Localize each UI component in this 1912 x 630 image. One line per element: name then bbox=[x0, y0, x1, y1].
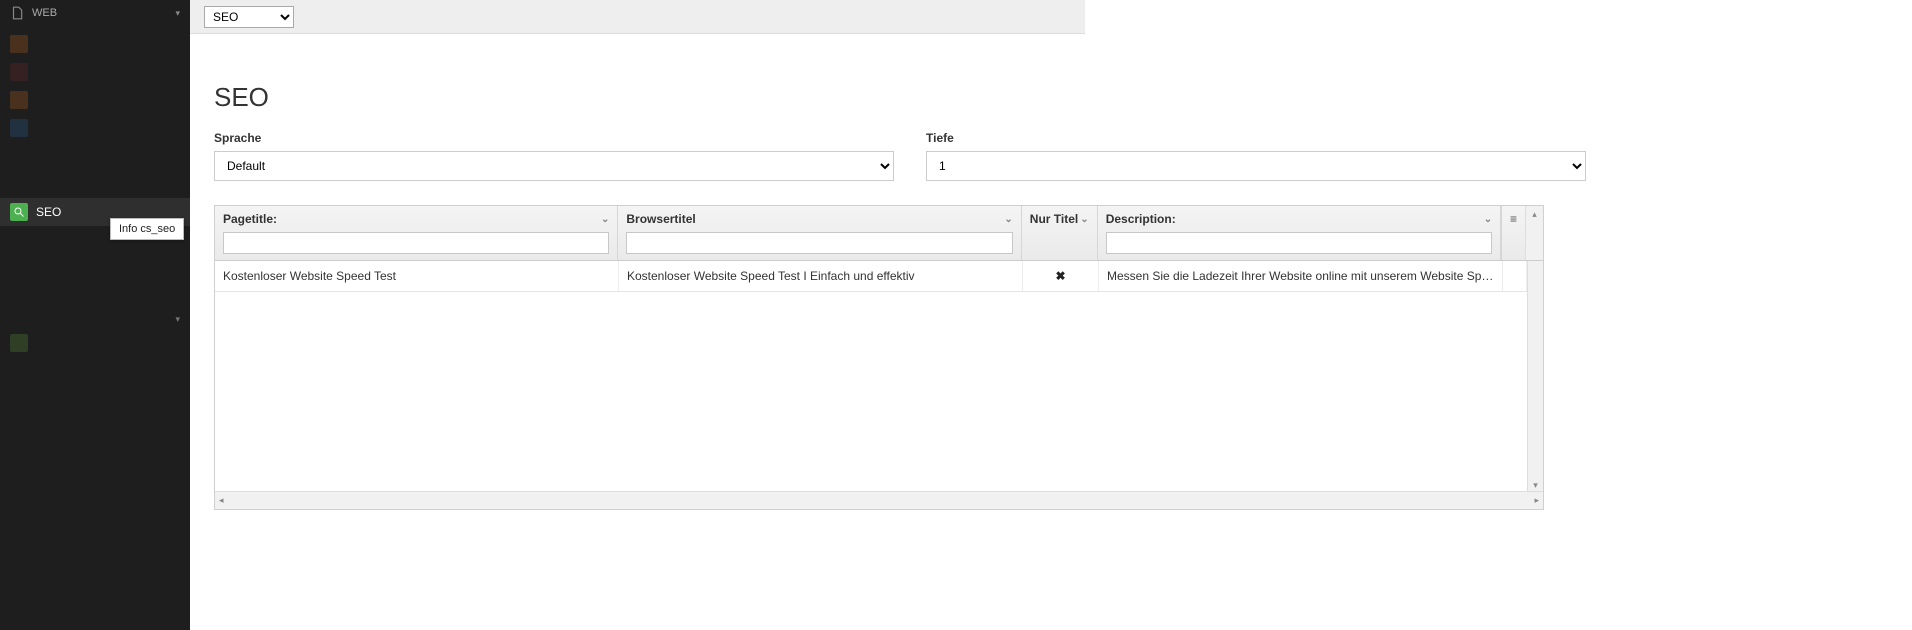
chevron-down-icon: ▾ bbox=[175, 8, 180, 19]
sidebar-item-module-1[interactable] bbox=[0, 30, 190, 58]
cell-tools bbox=[1503, 261, 1527, 291]
cell-description: Messen Sie die Ladezeit Ihrer Website on… bbox=[1099, 261, 1503, 291]
filter-row: Sprache Default Tiefe 1 bbox=[214, 131, 1888, 181]
sidebar-item-module-6[interactable] bbox=[0, 170, 190, 198]
x-icon: ✖ bbox=[1055, 269, 1065, 283]
table-row[interactable]: Kostenloser Website Speed Test Kostenlos… bbox=[215, 261, 1527, 292]
sidebar-collapse-toggle[interactable]: ▾ bbox=[0, 310, 190, 329]
filter-depth: Tiefe 1 bbox=[926, 131, 1586, 181]
filter-depth-select[interactable]: 1 bbox=[926, 151, 1586, 181]
sidebar-item-label: SEO bbox=[36, 205, 61, 219]
scroll-right-icon: ▸ bbox=[1534, 495, 1539, 506]
seo-grid-wrap: Pagetitle: ⌄ Browsertitel ⌄ bbox=[214, 205, 1888, 510]
cell-pagetitle: Kostenloser Website Speed Test bbox=[215, 261, 619, 291]
col-pagetitle[interactable]: Pagetitle: ⌄ bbox=[215, 206, 618, 260]
page-title: SEO bbox=[214, 82, 1888, 113]
scroll-down-icon: ▾ bbox=[1533, 480, 1538, 491]
sidebar-section-label: WEB bbox=[32, 7, 57, 19]
sidebar-item-module-8[interactable] bbox=[0, 254, 190, 282]
grid-body: Kostenloser Website Speed Test Kostenlos… bbox=[215, 261, 1543, 491]
chevron-down-icon[interactable]: ⌄ bbox=[1004, 214, 1012, 225]
filter-browsertitle-input[interactable] bbox=[626, 232, 1012, 254]
cell-only-title: ✖ bbox=[1023, 261, 1099, 291]
scroll-left-icon: ◂ bbox=[219, 495, 224, 506]
filter-pagetitle-input[interactable] bbox=[223, 232, 609, 254]
search-icon bbox=[10, 203, 28, 221]
col-pagetitle-label: Pagetitle: bbox=[223, 212, 277, 226]
sidebar-module-list: SEO bbox=[0, 30, 190, 310]
grid-vscroll-bottom[interactable]: ▾ bbox=[1527, 261, 1543, 491]
chevron-down-icon[interactable]: ⌄ bbox=[1080, 214, 1088, 225]
grid-header: Pagetitle: ⌄ Browsertitel ⌄ bbox=[215, 206, 1543, 261]
grid-hscroll[interactable]: ◂ ▸ bbox=[215, 491, 1543, 509]
col-only-title-label: Nur Titel bbox=[1030, 212, 1078, 226]
content-area: SEO Sprache Default Tiefe 1 bbox=[190, 34, 1912, 522]
sidebar-tooltip: Info cs_seo bbox=[110, 218, 184, 240]
page-icon bbox=[10, 6, 24, 20]
sidebar-section-web[interactable]: WEB ▾ bbox=[0, 0, 190, 26]
col-description[interactable]: Description: ⌄ bbox=[1098, 206, 1501, 260]
grid-rows: Kostenloser Website Speed Test Kostenlos… bbox=[215, 261, 1527, 491]
filter-language-select[interactable]: Default bbox=[214, 151, 894, 181]
grid-vscroll[interactable]: ▴ bbox=[1525, 206, 1543, 260]
col-browsertitle[interactable]: Browsertitel ⌄ bbox=[618, 206, 1021, 260]
chevron-down-icon[interactable]: ⌄ bbox=[1484, 214, 1492, 225]
module-sidebar: WEB ▾ SEO ▾ Info cs_seo bbox=[0, 0, 190, 630]
module-function-select[interactable]: SEO bbox=[204, 6, 294, 28]
main-content: SEO SEO Sprache Default Tiefe 1 bbox=[190, 0, 1912, 630]
col-only-title[interactable]: Nur Titel ⌄ bbox=[1022, 206, 1098, 260]
filter-description-input[interactable] bbox=[1106, 232, 1492, 254]
sidebar-item-module-3[interactable] bbox=[0, 86, 190, 114]
sidebar-item-module-10[interactable] bbox=[0, 329, 190, 357]
seo-grid: Pagetitle: ⌄ Browsertitel ⌄ bbox=[214, 205, 1544, 510]
doc-header: SEO bbox=[190, 0, 1085, 34]
col-description-label: Description: bbox=[1106, 212, 1176, 226]
col-browsertitle-label: Browsertitel bbox=[626, 212, 695, 226]
filter-language: Sprache Default bbox=[214, 131, 894, 181]
sidebar-item-module-4[interactable] bbox=[0, 114, 190, 142]
filter-language-label: Sprache bbox=[214, 131, 894, 145]
grid-tools[interactable]: ≡ bbox=[1501, 206, 1525, 260]
menu-icon[interactable]: ≡ bbox=[1510, 212, 1517, 226]
scroll-up-icon: ▴ bbox=[1532, 209, 1537, 220]
sidebar-item-module-9[interactable] bbox=[0, 282, 190, 310]
filter-depth-label: Tiefe bbox=[926, 131, 1586, 145]
sidebar-item-module-5[interactable] bbox=[0, 142, 190, 170]
chevron-down-icon[interactable]: ⌄ bbox=[601, 214, 609, 225]
sidebar-item-module-2[interactable] bbox=[0, 58, 190, 86]
cell-browsertitle: Kostenloser Website Speed Test I Einfach… bbox=[619, 261, 1023, 291]
